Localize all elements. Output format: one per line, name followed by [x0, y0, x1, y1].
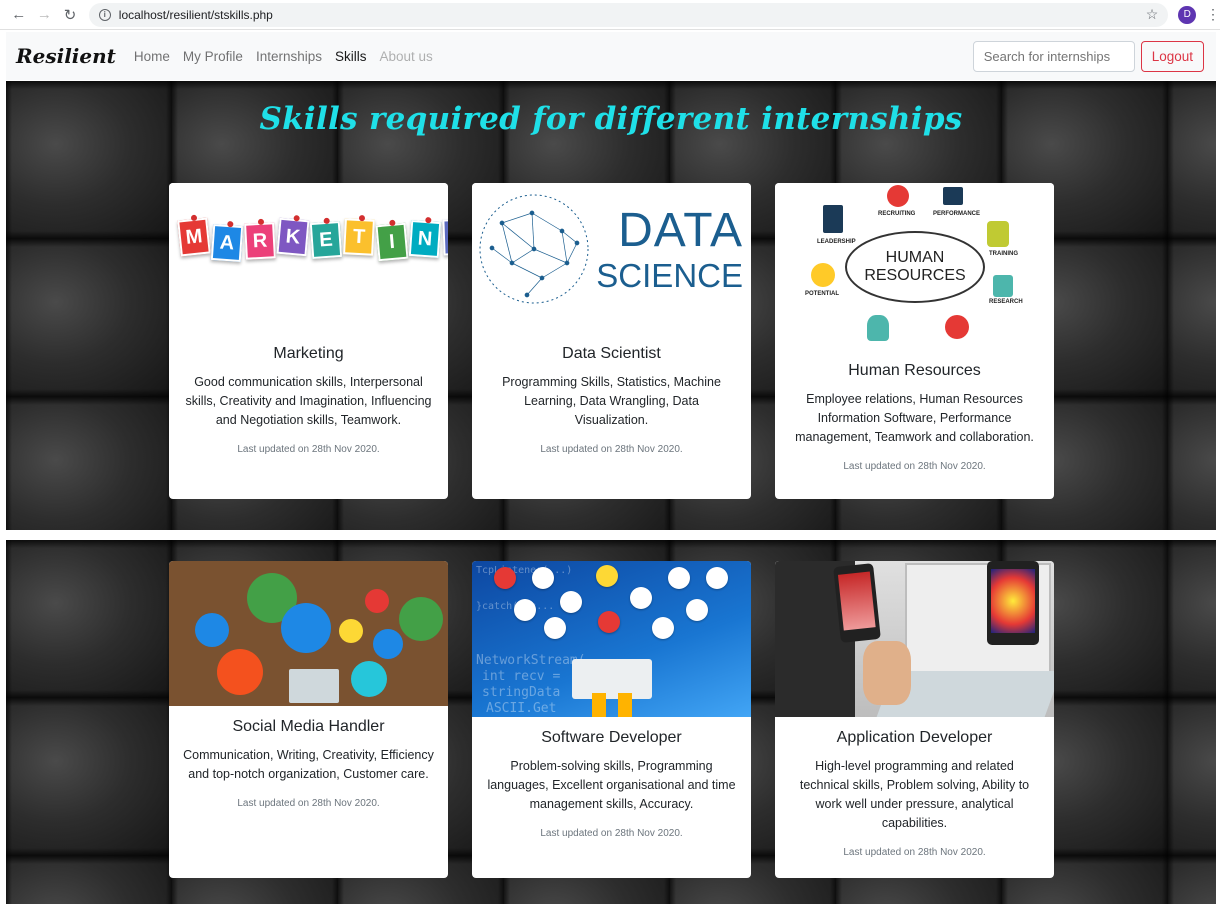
card-text: Good communication skills, Interpersonal…: [185, 375, 432, 427]
hr-cloud: HUMAN RESOURCES: [845, 231, 985, 303]
page-title: Skills required for different internship…: [259, 101, 963, 137]
card-updated: Last updated on 28th Nov 2020.: [540, 828, 683, 839]
performance-icon: [943, 187, 963, 205]
brand-logo[interactable]: Resilient: [16, 44, 116, 68]
recruiting-icon: [887, 185, 909, 207]
laptop-graphic: [572, 659, 652, 699]
logout-button[interactable]: Logout: [1140, 40, 1204, 72]
card-updated: Last updated on 28th Nov 2020.: [237, 798, 380, 809]
card-human-resources: HUMAN RESOURCES RECRUITING PERFORMANCE L…: [775, 183, 1054, 499]
person-icon: [867, 315, 889, 341]
card-title: Data Scientist: [562, 345, 661, 362]
browser-toolbar: ← → ↻ i localhost/resilient/stskills.php…: [0, 0, 1220, 30]
research-icon: [993, 275, 1013, 297]
perl-icon: [630, 587, 652, 609]
card-title: Marketing: [273, 345, 344, 362]
potential-icon: [811, 263, 835, 287]
card-data-scientist: DATA SCIENCE Data Scientist Programming …: [472, 183, 751, 499]
nav-my-profile[interactable]: My Profile: [183, 49, 243, 64]
card-updated: Last updated on 28th Nov 2020.: [540, 444, 683, 455]
network-icon: [399, 597, 443, 641]
card-application-developer: Application Developer High-level program…: [775, 561, 1054, 878]
data-science-word-1: DATA: [618, 204, 743, 257]
data-science-image: DATA SCIENCE: [472, 183, 751, 333]
skills-section-bottom: Social Media Handler Communication, Writ…: [6, 540, 1216, 904]
card-title: Social Media Handler: [232, 718, 385, 735]
card-text: High-level programming and related techn…: [799, 759, 1030, 830]
card-text: Employee relations, Human Resources Info…: [795, 392, 1034, 444]
dotnet-icon: [514, 599, 536, 621]
browser-menu-icon[interactable]: ⋮: [1206, 6, 1220, 23]
hand-graphic: [863, 641, 911, 705]
card-text: Communication, Writing, Creativity, Effi…: [183, 748, 434, 781]
nav-about-us[interactable]: About us: [380, 49, 433, 64]
infinity-icon: [706, 567, 728, 589]
html5-icon: [494, 567, 516, 589]
skills-section-top: Skills required for different internship…: [6, 81, 1216, 530]
checkmark-icon: [945, 315, 969, 339]
ruby-icon: [598, 611, 620, 633]
hr-image: HUMAN RESOURCES RECRUITING PERFORMANCE L…: [775, 183, 1054, 350]
reload-icon[interactable]: ↻: [59, 4, 81, 26]
phone-graphic: [833, 563, 881, 643]
card-software-developer: TcpListener(...) }catch(Exc... NetworkSt…: [472, 561, 751, 878]
profile-avatar[interactable]: D: [1178, 5, 1197, 24]
forward-icon[interactable]: →: [34, 4, 56, 26]
card-updated: Last updated on 28th Nov 2020.: [843, 461, 986, 472]
marketing-letters: M A R K E T I N G: [177, 214, 448, 263]
card-title: Human Resources: [848, 362, 981, 379]
card-text: Problem-solving skills, Programming lang…: [487, 759, 736, 811]
software-image: TcpListener(...) }catch(Exc... NetworkSt…: [472, 561, 751, 717]
section-divider: [0, 530, 1220, 540]
site-navbar: Resilient Home My Profile Internships Sk…: [6, 32, 1216, 80]
tablet-graphic: [987, 561, 1039, 645]
card-updated: Last updated on 28th Nov 2020.: [843, 847, 986, 858]
java-icon: [544, 617, 566, 639]
card-title: Application Developer: [836, 729, 993, 746]
book-icon: [652, 617, 674, 639]
card-updated: Last updated on 28th Nov 2020.: [237, 444, 380, 455]
app-developer-image: [775, 561, 1054, 717]
nav-home[interactable]: Home: [134, 49, 170, 64]
marketing-image: M A R K E T I N G: [169, 183, 448, 333]
data-science-word-2: SCIENCE: [596, 257, 743, 294]
card-social-media-handler: Social Media Handler Communication, Writ…: [169, 561, 448, 878]
nav-internships[interactable]: Internships: [256, 49, 322, 64]
info-icon[interactable]: i: [98, 8, 111, 21]
url-text[interactable]: localhost/resilient/stskills.php: [119, 8, 273, 22]
cloud-icon: [281, 603, 331, 653]
globe-icon: [217, 649, 263, 695]
at-sign-icon: [373, 629, 403, 659]
share-icon: [351, 661, 387, 697]
bookmark-star-icon[interactable]: ☆: [1146, 6, 1159, 23]
php-icon: [532, 567, 554, 589]
hand-left: [592, 693, 606, 717]
card-text: Programming Skills, Statistics, Machine …: [502, 375, 721, 427]
hand-right: [618, 693, 632, 717]
javascript-icon: [596, 565, 618, 587]
social-media-image: [169, 561, 448, 706]
laptop-graphic: [289, 669, 339, 703]
python-icon: [560, 591, 582, 613]
card-marketing: M A R K E T I N G Marketing Good communi…: [169, 183, 448, 499]
training-icon: [987, 221, 1009, 247]
leadership-icon: [823, 205, 843, 233]
search-input[interactable]: [972, 40, 1135, 72]
card-title: Software Developer: [541, 729, 682, 746]
back-icon[interactable]: ←: [8, 4, 30, 26]
nav-skills[interactable]: Skills: [335, 49, 367, 64]
cpp-icon: [686, 599, 708, 621]
address-bar[interactable]: i localhost/resilient/stskills.php ☆: [88, 2, 1169, 27]
c-icon: [668, 567, 690, 589]
